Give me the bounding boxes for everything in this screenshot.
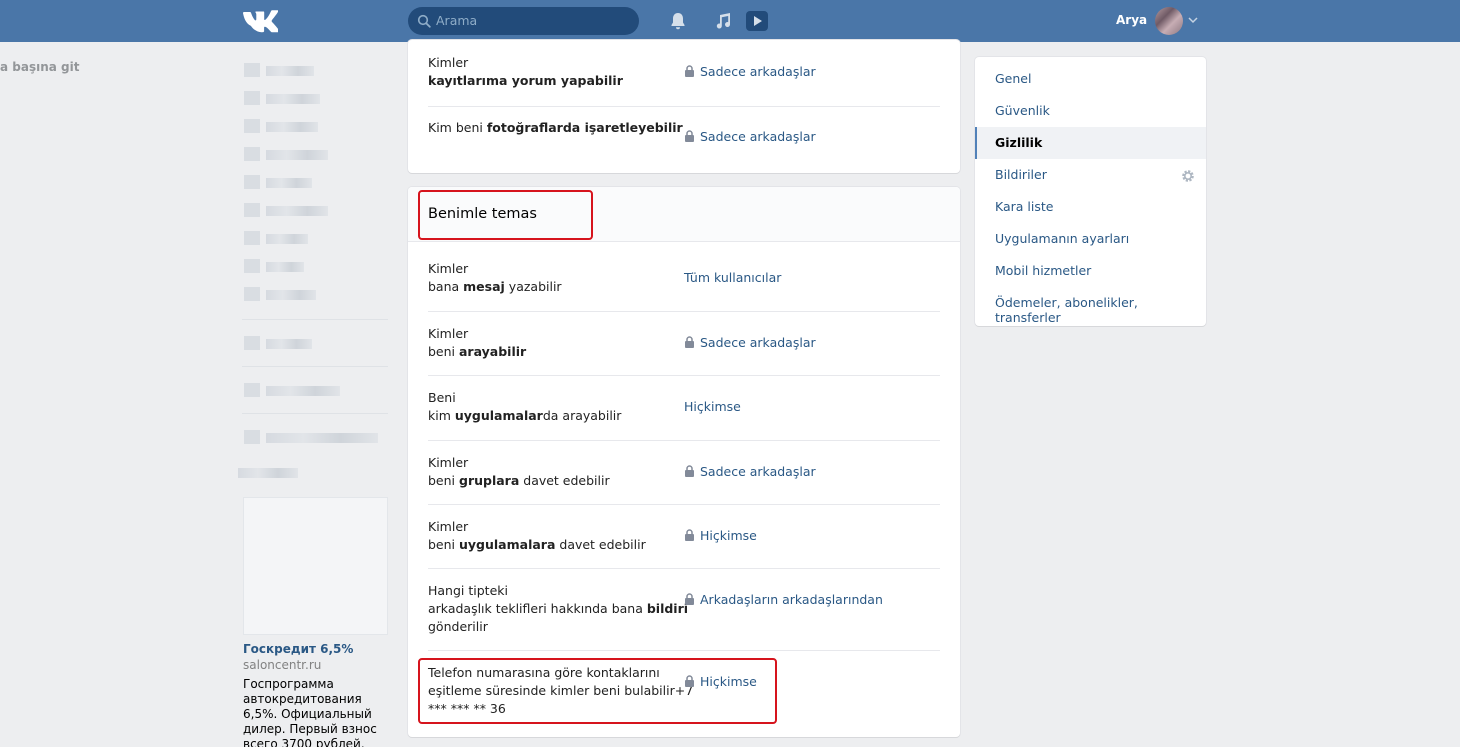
row-label: Kim beni fotoğraflarda işaretleyebilir — [428, 120, 683, 135]
left-nav-item[interactable] — [244, 175, 324, 189]
row-label: Kimler beni gruplara davet edebilir — [428, 455, 610, 488]
video-icon[interactable] — [745, 10, 769, 32]
highlight-box-section-title — [418, 190, 593, 240]
privacy-row[interactable]: Kimler kayıtlarıma yorum yapabilir Sadec… — [428, 40, 940, 106]
menu-item-app-settings[interactable]: Uygulamanın ayarları — [975, 223, 1206, 255]
ad-domain: saloncentr.ru — [243, 658, 322, 672]
privacy-value-link[interactable]: Sadece arkadaşlar — [684, 64, 816, 79]
nav-divider — [242, 319, 388, 320]
privacy-value-link[interactable]: Hiçkimse — [684, 528, 757, 543]
settings-menu: Genel Güvenlik Gizlilik Bildiriler Kara … — [975, 57, 1206, 326]
left-nav-item[interactable] — [238, 465, 308, 479]
music-icon[interactable] — [713, 11, 733, 31]
left-nav-item[interactable] — [244, 231, 314, 245]
row-label: Kimler beni arayabilir — [428, 326, 527, 359]
row-label: Hangi tipteki arkadaşlık teklifleri hakk… — [428, 583, 689, 634]
privacy-value-link[interactable]: Sadece arkadaşlar — [684, 464, 816, 479]
privacy-value-link[interactable]: Tüm kullanıcılar — [684, 270, 781, 285]
lock-icon — [685, 336, 694, 348]
lock-icon — [685, 65, 694, 77]
privacy-row[interactable]: Kimler beni uygulamalara davet edebilir … — [428, 504, 940, 568]
row-label: Beni kim uygulamalarda arayabilir — [428, 390, 622, 423]
nav-divider — [242, 366, 388, 367]
menu-item-mobile-services[interactable]: Mobil hizmetler — [975, 255, 1206, 287]
left-nav-item[interactable] — [244, 119, 324, 133]
back-to-top-link[interactable]: a başına git — [0, 60, 79, 74]
privacy-row[interactable]: Kimler bana mesaj yazabilir Tüm kullanıc… — [428, 243, 940, 311]
left-nav-item[interactable] — [244, 203, 334, 217]
menu-item-blacklist[interactable]: Kara liste — [975, 191, 1206, 223]
privacy-value-link[interactable]: Arkadaşların arkadaşlarından — [684, 592, 883, 607]
search-placeholder: Arama — [436, 13, 478, 28]
menu-item-security[interactable]: Güvenlik — [975, 95, 1206, 127]
ad-title[interactable]: Госкредит 6,5% — [243, 642, 353, 656]
top-header: Arama Arya — [0, 0, 1460, 42]
vk-logo-icon[interactable] — [242, 9, 278, 33]
menu-item-general[interactable]: Genel — [975, 63, 1206, 95]
menu-item-payments[interactable]: Ödemeler, abonelikler, transferler — [975, 287, 1206, 325]
left-nav-item[interactable] — [244, 336, 324, 350]
search-icon — [417, 14, 431, 28]
privacy-value-link[interactable]: Sadece arkadaşlar — [684, 129, 816, 144]
privacy-value-link[interactable]: Hiçkimse — [684, 399, 741, 414]
highlight-box-phone-row — [418, 658, 777, 724]
privacy-value-link[interactable]: Sadece arkadaşlar — [684, 335, 816, 350]
menu-item-privacy[interactable]: Gizlilik — [975, 127, 1206, 159]
left-nav-item[interactable] — [244, 147, 334, 161]
lock-icon — [685, 130, 694, 142]
lock-icon — [685, 465, 694, 477]
left-nav-item[interactable] — [244, 430, 384, 444]
left-nav-item[interactable] — [244, 91, 324, 105]
privacy-row[interactable]: Kimler beni arayabilir Sadece arkadaşlar — [428, 311, 940, 376]
row-label: Kimler beni uygulamalara davet edebilir — [428, 519, 646, 552]
ad-image[interactable] — [243, 497, 388, 635]
privacy-row[interactable]: Hangi tipteki arkadaşlık teklifleri hakk… — [428, 568, 940, 650]
user-name[interactable]: Arya — [1116, 13, 1147, 27]
contact-section-panel: Benimle temas Kimler bana mesaj yazabili… — [408, 187, 960, 737]
privacy-row[interactable]: Kimler beni gruplara davet edebilir Sade… — [428, 440, 940, 504]
lock-icon — [685, 529, 694, 541]
left-nav-item[interactable] — [244, 287, 324, 301]
chevron-down-icon[interactable] — [1188, 16, 1198, 24]
privacy-row[interactable]: Kim beni fotoğraflarda işaretleyebilir S… — [428, 106, 940, 173]
left-nav-item[interactable] — [244, 63, 324, 77]
nav-divider — [242, 413, 388, 414]
privacy-row[interactable]: Beni kim uygulamalarda arayabilir Hiçkim… — [428, 375, 940, 440]
left-nav-item[interactable] — [244, 383, 344, 397]
gear-icon[interactable] — [1181, 169, 1195, 183]
row-label: Kimler bana mesaj yazabilir — [428, 261, 562, 294]
lock-icon — [685, 593, 694, 605]
search-input[interactable]: Arama — [408, 7, 639, 35]
avatar[interactable] — [1155, 7, 1183, 35]
ad-text: Госпрограмма автокредитования 6,5%. Офиц… — [243, 677, 377, 747]
menu-item-notifications[interactable]: Bildiriler — [975, 159, 1206, 191]
row-label: Kimler kayıtlarıma yorum yapabilir — [428, 55, 623, 88]
privacy-panel-top: Kimler kayıtlarıma yorum yapabilir Sadec… — [408, 40, 960, 173]
left-nav-item[interactable] — [244, 259, 314, 273]
bell-icon[interactable] — [668, 11, 688, 31]
